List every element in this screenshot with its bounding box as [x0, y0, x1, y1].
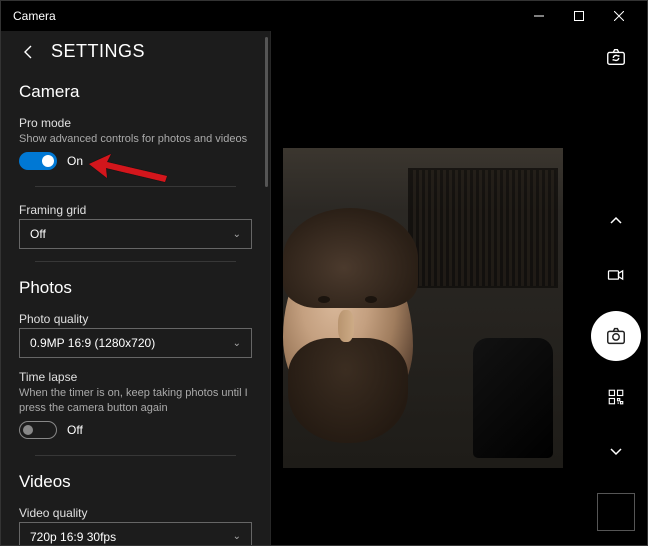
- section-photos: Photos: [19, 278, 252, 298]
- back-button[interactable]: [19, 42, 39, 62]
- time-lapse-label: Time lapse: [19, 370, 252, 384]
- chevron-down-icon: ⌄: [233, 338, 241, 349]
- pro-mode-label: Pro mode: [19, 116, 252, 130]
- video-quality-select[interactable]: 720p 16:9 30fps ⌄: [19, 522, 252, 545]
- minimize-button[interactable]: [519, 1, 559, 31]
- section-camera: Camera: [19, 82, 252, 102]
- framing-grid-value: Off: [30, 227, 46, 241]
- section-videos: Videos: [19, 472, 252, 492]
- divider: [35, 455, 236, 456]
- preview-image: [283, 148, 563, 468]
- time-lapse-toggle[interactable]: [19, 421, 57, 439]
- scrollbar[interactable]: [265, 37, 268, 187]
- time-lapse-state: Off: [67, 423, 83, 437]
- framing-grid-select[interactable]: Off ⌄: [19, 219, 252, 249]
- close-button[interactable]: [599, 1, 639, 31]
- title-bar: Camera: [1, 1, 647, 31]
- arrow-down-button[interactable]: [598, 433, 634, 469]
- photo-quality-value: 0.9MP 16:9 (1280x720): [30, 336, 155, 350]
- time-lapse-sub: When the timer is on, keep taking photos…: [19, 386, 252, 415]
- settings-title: SETTINGS: [51, 41, 145, 62]
- camera-preview: [271, 31, 585, 545]
- arrow-up-button[interactable]: [598, 203, 634, 239]
- camera-controls-bar: [585, 31, 647, 545]
- capture-button[interactable]: [591, 311, 641, 361]
- divider: [35, 186, 236, 187]
- chevron-down-icon: ⌄: [233, 229, 241, 240]
- pro-mode-toggle[interactable]: [19, 152, 57, 170]
- settings-panel: SETTINGS Camera Pro mode Show advanced c…: [1, 31, 271, 545]
- chevron-down-icon: ⌄: [233, 531, 241, 542]
- pro-mode-sub: Show advanced controls for photos and vi…: [19, 132, 252, 146]
- framing-grid-label: Framing grid: [19, 203, 252, 217]
- pro-mode-state: On: [67, 154, 83, 168]
- video-mode-button[interactable]: [598, 257, 634, 293]
- photo-quality-select[interactable]: 0.9MP 16:9 (1280x720) ⌄: [19, 328, 252, 358]
- maximize-button[interactable]: [559, 1, 599, 31]
- qr-mode-button[interactable]: [598, 379, 634, 415]
- switch-camera-button[interactable]: [598, 39, 634, 75]
- divider: [35, 261, 236, 262]
- window-controls: [519, 1, 639, 31]
- video-quality-label: Video quality: [19, 506, 252, 520]
- gallery-thumbnail[interactable]: [597, 493, 635, 531]
- photo-quality-label: Photo quality: [19, 312, 252, 326]
- video-quality-value: 720p 16:9 30fps: [30, 530, 116, 544]
- app-title: Camera: [9, 9, 519, 23]
